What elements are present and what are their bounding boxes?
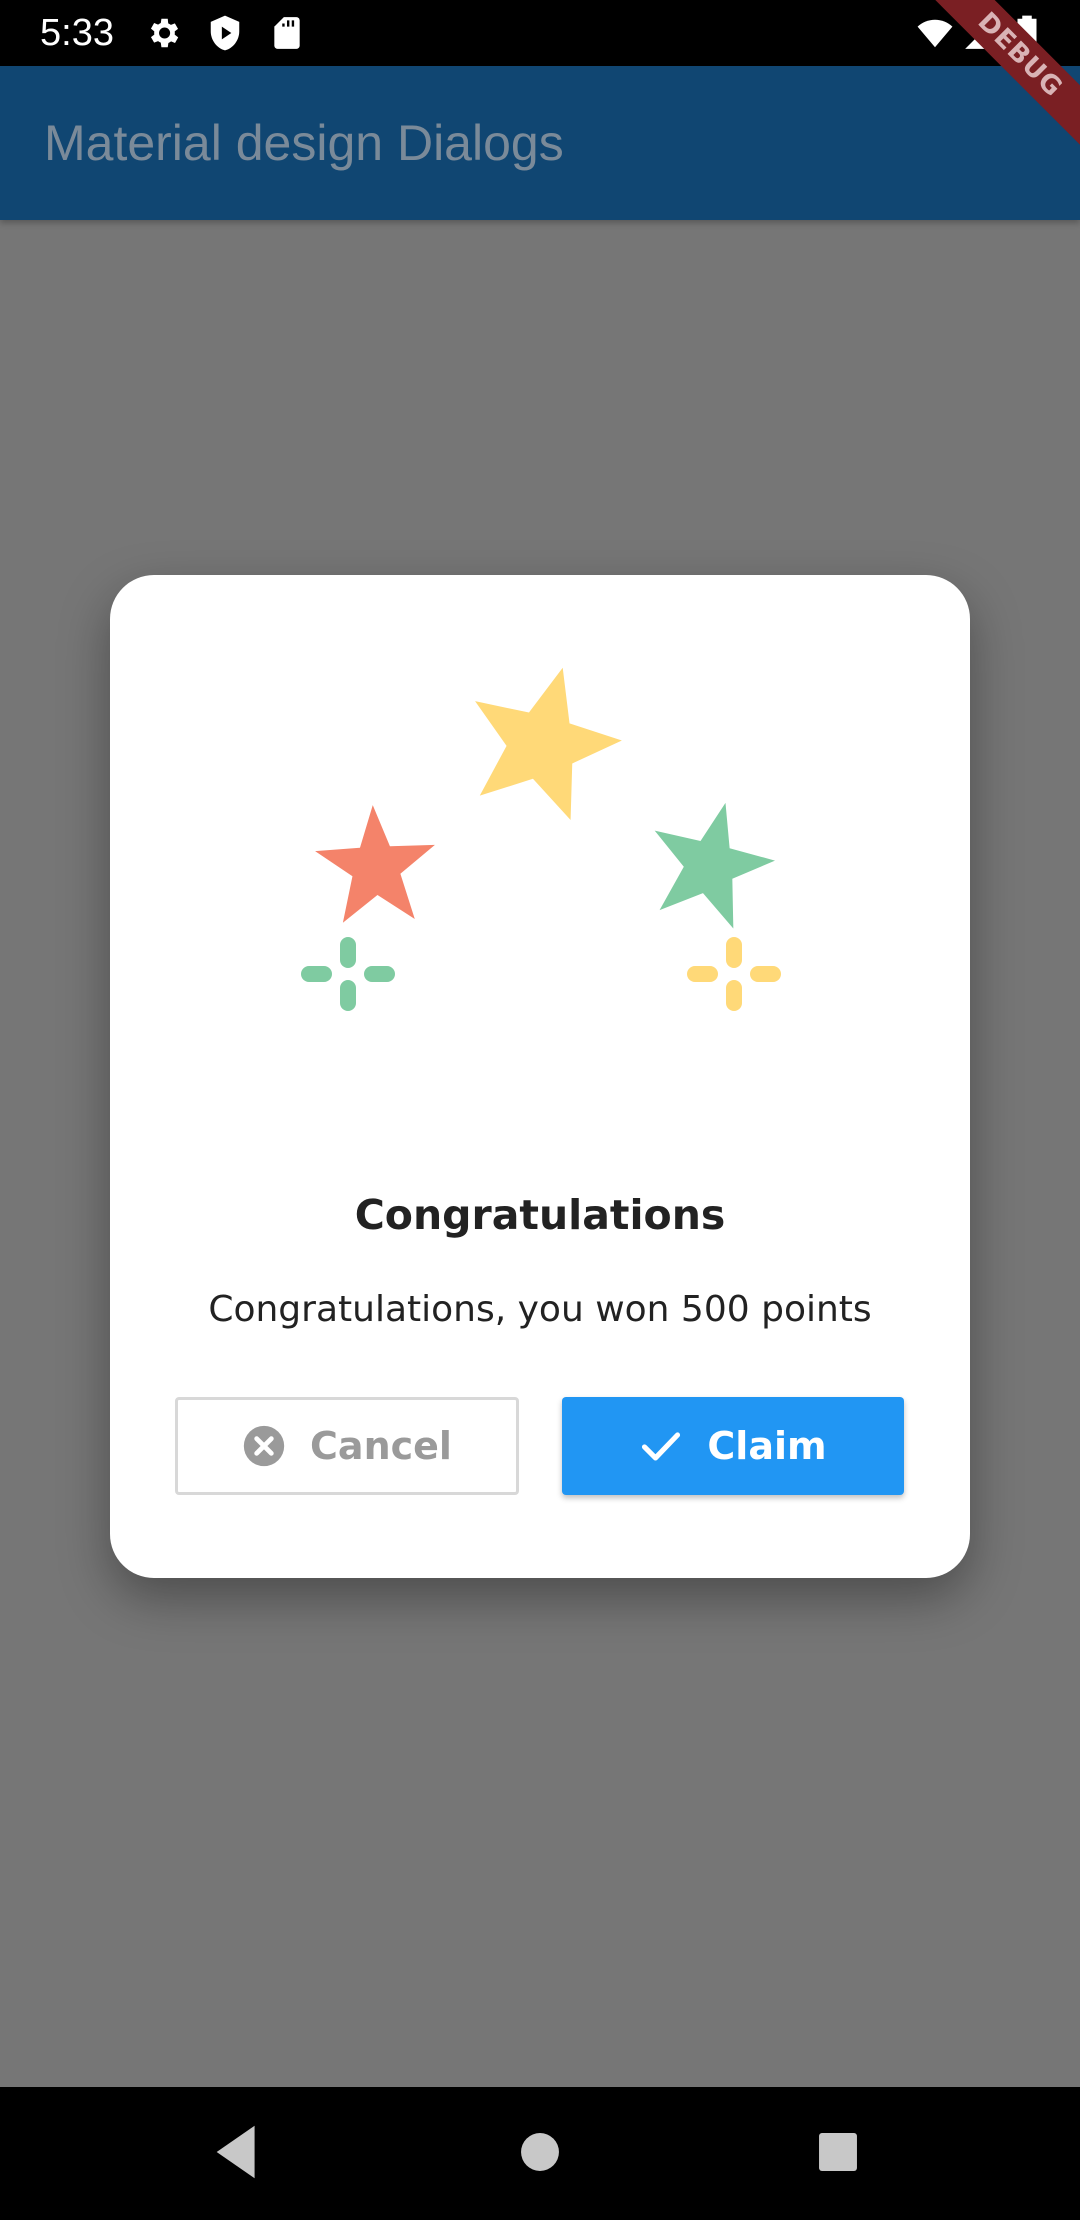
claim-button[interactable]: Claim (562, 1397, 904, 1495)
navigation-bar (0, 2087, 1080, 2220)
stars-illustration (301, 667, 781, 1011)
green-sparkle (301, 937, 395, 1011)
settings-icon (144, 14, 182, 52)
play-protect-icon (206, 14, 244, 52)
cancel-button[interactable]: Cancel (175, 1397, 519, 1495)
debug-banner: DEBUG (920, 0, 1080, 155)
status-time: 5:33 (40, 12, 114, 54)
cancel-button-label: Cancel (310, 1424, 452, 1468)
congratulations-dialog: Congratulations Congratulations, you won… (110, 575, 970, 1578)
yellow-star (475, 667, 622, 820)
debug-banner-clip: DEBUG (880, 0, 1080, 200)
back-icon[interactable] (205, 2117, 275, 2187)
recents-icon[interactable] (803, 2117, 873, 2187)
sd-card-icon (268, 14, 306, 52)
coral-star (315, 805, 435, 923)
cancel-circle-icon (242, 1424, 286, 1468)
claim-button-label: Claim (707, 1424, 827, 1468)
home-icon[interactable] (505, 2117, 575, 2187)
app-title: Material design Dialogs (44, 115, 564, 171)
dialog-title: Congratulations (354, 1191, 726, 1239)
check-icon (639, 1424, 683, 1468)
green-star (654, 802, 775, 929)
yellow-sparkle (687, 937, 781, 1011)
dialog-message: Congratulations, you won 500 points (208, 1289, 872, 1330)
